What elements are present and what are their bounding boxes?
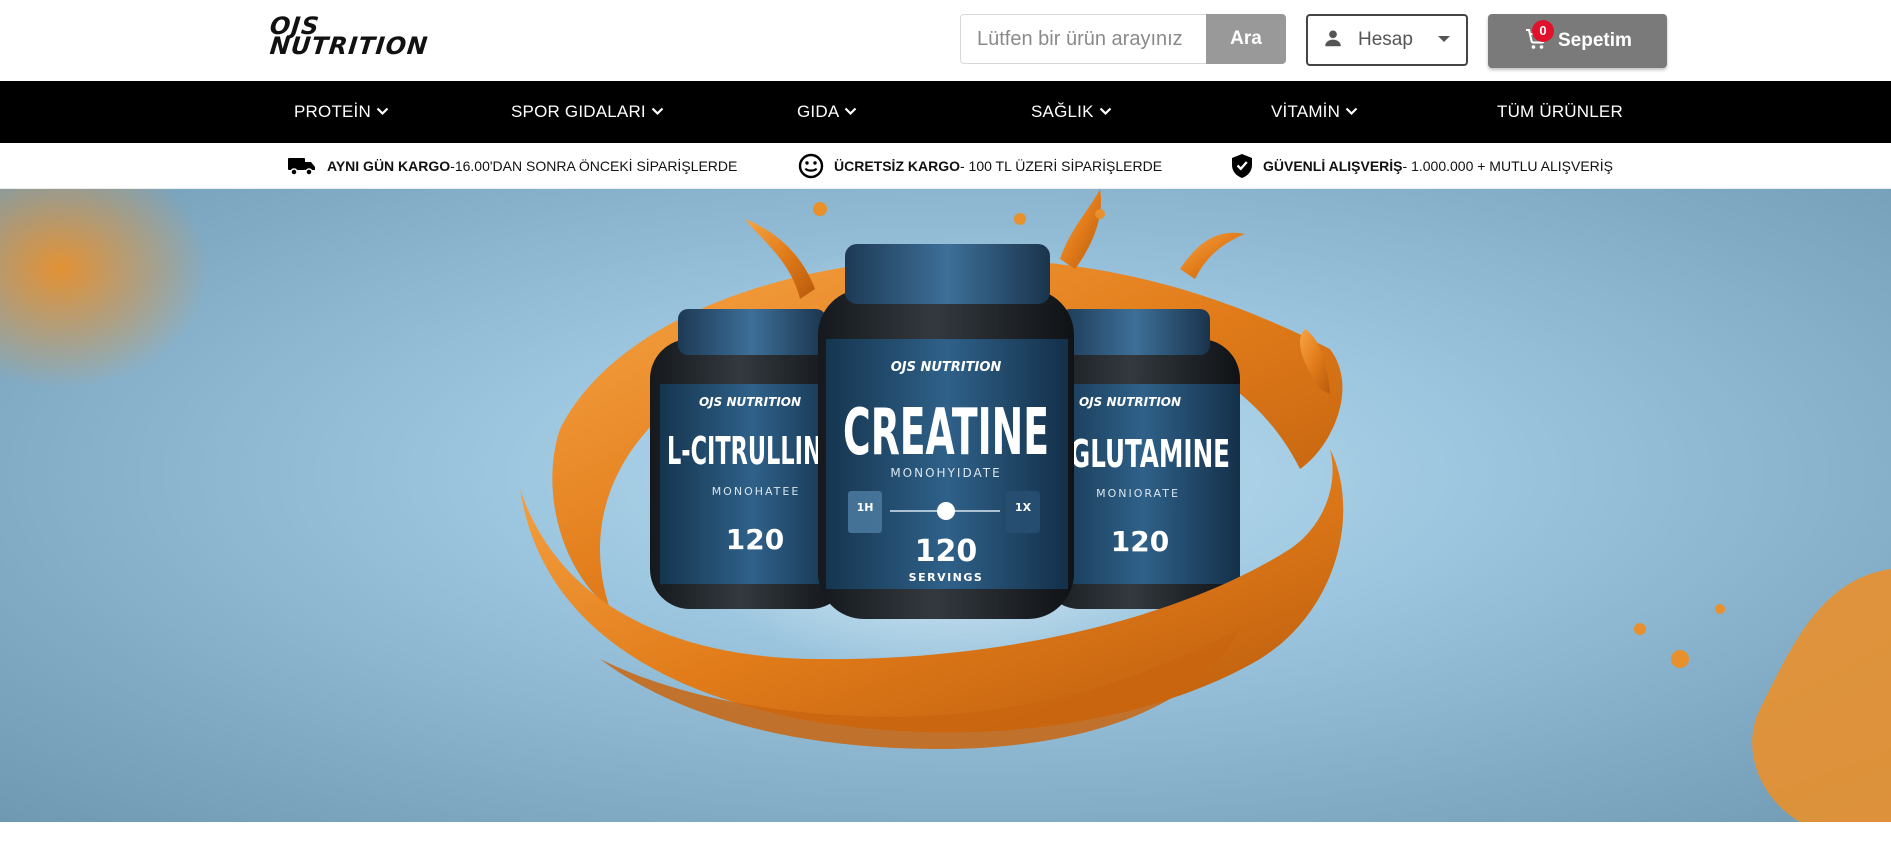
person-icon: [1322, 27, 1344, 54]
jar-name: GLUTAMINE: [1070, 432, 1230, 476]
chevron-down-icon: [845, 107, 857, 115]
chevron-down-icon: [1438, 36, 1450, 42]
hero-banner[interactable]: OJS NUTRITION L-CITRULLINE MONOHATEE 120…: [0, 189, 1891, 822]
account-dropdown[interactable]: Hesap: [1306, 14, 1468, 66]
nav-item-label: GIDA: [797, 102, 840, 121]
info-free-shipping: ÜCRETSİZ KARGO - 100 TL ÜZERİ SİPARİŞLERD…: [798, 143, 1162, 189]
search-button[interactable]: Ara: [1206, 14, 1286, 64]
jar-badge: 1H: [857, 501, 874, 514]
brand-logo-line2: NUTRITION: [268, 32, 430, 60]
cart-label: Sepetim: [1558, 30, 1632, 51]
main-nav: PROTEİN SPOR GIDALARI GIDA SAĞLIK VİTAMİ…: [0, 81, 1891, 143]
cart-button[interactable]: 0 Sepetim: [1488, 14, 1667, 68]
truck-icon: [287, 155, 317, 177]
search-input[interactable]: [960, 14, 1206, 64]
info-bold-text: GÜVENLİ ALIŞVERİŞ: [1263, 158, 1403, 174]
info-text: - 100 TL ÜZERİ SİPARİŞLERDE: [960, 158, 1163, 174]
jar-servings: 120: [726, 523, 784, 556]
jar-creatine: OJS NUTRITION CREATINE MONOHYIDATE 1H 1X…: [818, 244, 1074, 619]
cart-count-badge: 0: [1532, 20, 1554, 42]
jar-brand: OJS NUTRITION: [1079, 395, 1181, 409]
info-secure-shopping: GÜVENLİ ALIŞVERİŞ - 1.000.000 + MUTLU ALI…: [1231, 143, 1613, 189]
shipping-info-bar: AYNI GÜN KARGO -16.00'DAN SONRA ÖNCEKİ Sİ…: [0, 143, 1891, 189]
nav-item-label: SAĞLIK: [1031, 102, 1094, 121]
jar-subtitle: MONOHATEE: [712, 485, 801, 498]
nav-item-label: VİTAMİN: [1271, 102, 1341, 121]
nav-item-label: TÜM ÜRÜNLER: [1497, 102, 1623, 121]
info-text: - 1.000.000 + MUTLU ALIŞVERİŞ: [1402, 158, 1614, 174]
jar-servings: 120: [915, 534, 978, 569]
nav-item-saglik[interactable]: SAĞLIK: [1031, 81, 1112, 143]
chevron-down-icon: [376, 107, 389, 115]
account-label: Hesap: [1358, 29, 1413, 50]
info-bold-text: ÜCRETSİZ KARGO: [834, 158, 960, 174]
jar-name: CREATINE: [843, 396, 1049, 470]
nav-item-label: SPOR GIDALARI: [511, 102, 646, 121]
jar-badge: 1X: [1015, 501, 1032, 514]
nav-item-spor-gidalari[interactable]: SPOR GIDALARI: [511, 81, 664, 143]
chevron-down-icon: [651, 107, 664, 115]
jar-name: L-CITRULLINE: [667, 429, 837, 473]
jar-brand: OJS NUTRITION: [699, 395, 801, 409]
jar-subtitle: MONIORATE: [1096, 487, 1180, 500]
brand-logo[interactable]: OJS NUTRITION: [268, 12, 435, 60]
jar-brand: OJS NUTRITION: [891, 360, 1002, 375]
chevron-down-icon: [1099, 107, 1111, 115]
hero-illustration: OJS NUTRITION L-CITRULLINE MONOHATEE 120…: [0, 189, 1891, 822]
nav-item-protein[interactable]: PROTEİN: [294, 81, 389, 143]
shield-check-icon: [1231, 153, 1253, 179]
smiley-icon: [798, 153, 824, 179]
nav-item-tum-urunler[interactable]: TÜM ÜRÜNLER: [1497, 81, 1623, 143]
info-bold-text: AYNI GÜN KARGO: [327, 158, 451, 174]
site-header: OJS NUTRITION Ara Hesap 0 Sepetim: [0, 0, 1891, 81]
info-same-day-shipping: AYNI GÜN KARGO -16.00'DAN SONRA ÖNCEKİ Sİ…: [287, 143, 737, 189]
jar-servings-label: SERVINGS: [909, 571, 984, 584]
info-text: -16.00'DAN SONRA ÖNCEKİ SİPARİŞLERDE: [450, 158, 738, 174]
nav-item-vitamin[interactable]: VİTAMİN: [1271, 81, 1358, 143]
jar-servings: 120: [1111, 525, 1169, 558]
jar-subtitle: MONOHYIDATE: [890, 466, 1001, 480]
chevron-down-icon: [1345, 107, 1358, 115]
nav-item-gida[interactable]: GIDA: [797, 81, 857, 143]
nav-item-label: PROTEİN: [294, 102, 371, 121]
